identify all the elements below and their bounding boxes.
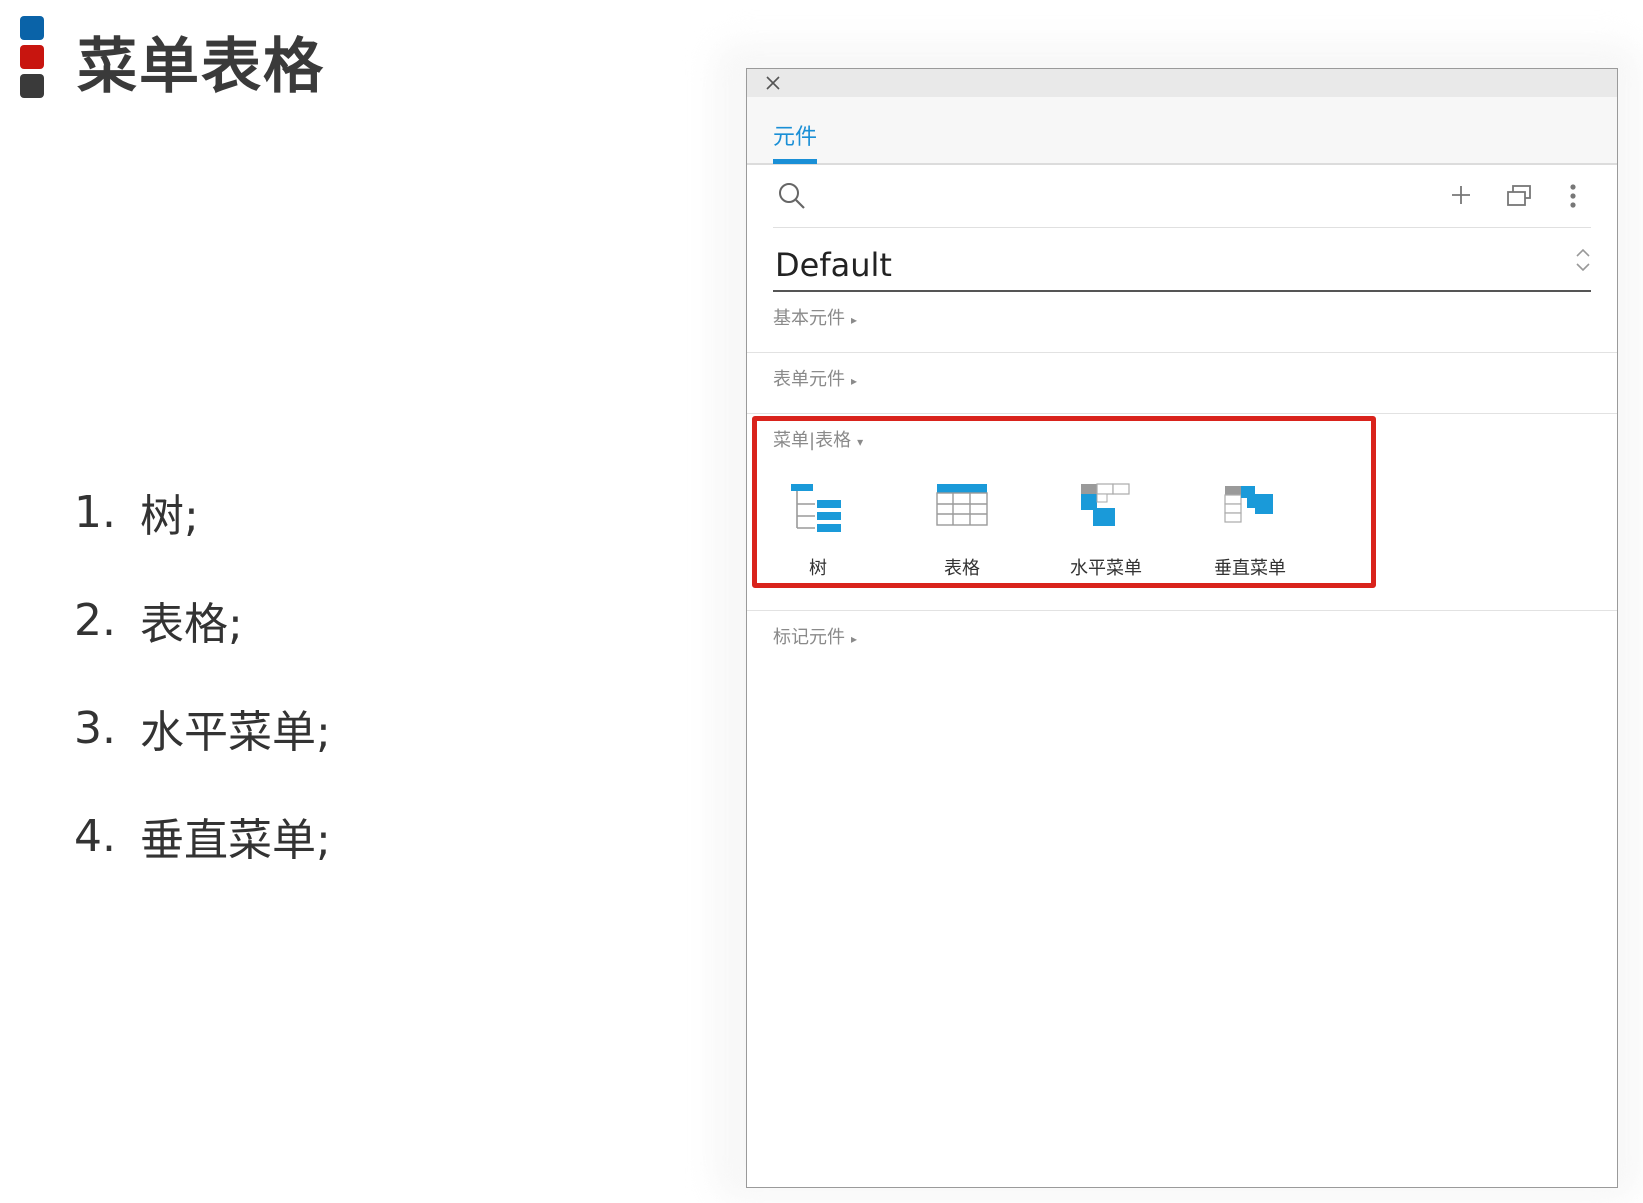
title-decoration bbox=[20, 16, 44, 103]
blue-square bbox=[20, 16, 44, 40]
tree-icon bbox=[791, 484, 841, 532]
tab-bar: 元件 bbox=[747, 97, 1617, 165]
section-markup: 标记元件 ▸ bbox=[747, 611, 1617, 671]
steps-list: 1. 树; 2. 表格; 3. 水平菜单; 4. 垂直菜单; bbox=[74, 458, 331, 890]
page-title: 菜单表格 bbox=[77, 32, 325, 102]
table-icon bbox=[936, 484, 988, 526]
panel-titlebar bbox=[747, 69, 1617, 97]
windows-icon[interactable] bbox=[1505, 183, 1533, 209]
list-item: 4. 垂直菜单; bbox=[74, 810, 331, 867]
expand-arrow-icon: ▸ bbox=[851, 632, 858, 646]
widgets-panel: 元件 Default 基本元件 ▸ 表单元件 ▸ 菜单|表格 ▾ 树 表格 水平… bbox=[746, 68, 1618, 1188]
tab-widgets[interactable]: 元件 bbox=[773, 119, 818, 164]
updown-icon bbox=[1576, 248, 1590, 272]
section-header-menu-table[interactable]: 菜单|表格 ▾ bbox=[773, 426, 863, 452]
expand-arrow-icon: ▸ bbox=[851, 313, 858, 327]
section-basic: 基本元件 ▸ bbox=[747, 292, 1617, 353]
collapse-arrow-icon: ▾ bbox=[857, 435, 864, 449]
library-value: Default bbox=[775, 246, 892, 284]
widget-tree[interactable]: 树 bbox=[773, 482, 917, 579]
panel-toolbar bbox=[773, 165, 1591, 228]
widget-grid: 树 表格 水平菜单 垂直菜单 bbox=[773, 482, 1349, 579]
section-form: 表单元件 ▸ bbox=[747, 353, 1617, 414]
red-square bbox=[20, 45, 44, 69]
list-item: 3. 水平菜单; bbox=[74, 702, 331, 759]
close-icon[interactable] bbox=[765, 75, 781, 91]
widget-table[interactable]: 表格 bbox=[917, 482, 1061, 579]
list-item: 2. 表格; bbox=[74, 594, 243, 651]
gray-square bbox=[20, 74, 44, 98]
section-menu-table: 菜单|表格 ▾ 树 表格 水平菜单 垂直菜单 bbox=[747, 414, 1617, 611]
list-item: 1. 树; bbox=[74, 486, 199, 543]
section-header-markup[interactable]: 标记元件 ▸ bbox=[773, 623, 857, 649]
section-header-basic[interactable]: 基本元件 ▸ bbox=[773, 304, 857, 330]
plus-icon[interactable] bbox=[1449, 183, 1473, 207]
section-header-form[interactable]: 表单元件 ▸ bbox=[773, 365, 857, 391]
vertical-menu-icon bbox=[1224, 486, 1273, 523]
widget-horizontal-menu[interactable]: 水平菜单 bbox=[1061, 482, 1205, 579]
search-icon[interactable] bbox=[777, 181, 807, 211]
widget-vertical-menu[interactable]: 垂直菜单 bbox=[1205, 482, 1349, 579]
horizontal-menu-icon bbox=[1081, 483, 1130, 526]
more-icon[interactable] bbox=[1569, 183, 1577, 209]
expand-arrow-icon: ▸ bbox=[851, 374, 858, 388]
library-select[interactable]: Default bbox=[773, 234, 1591, 292]
